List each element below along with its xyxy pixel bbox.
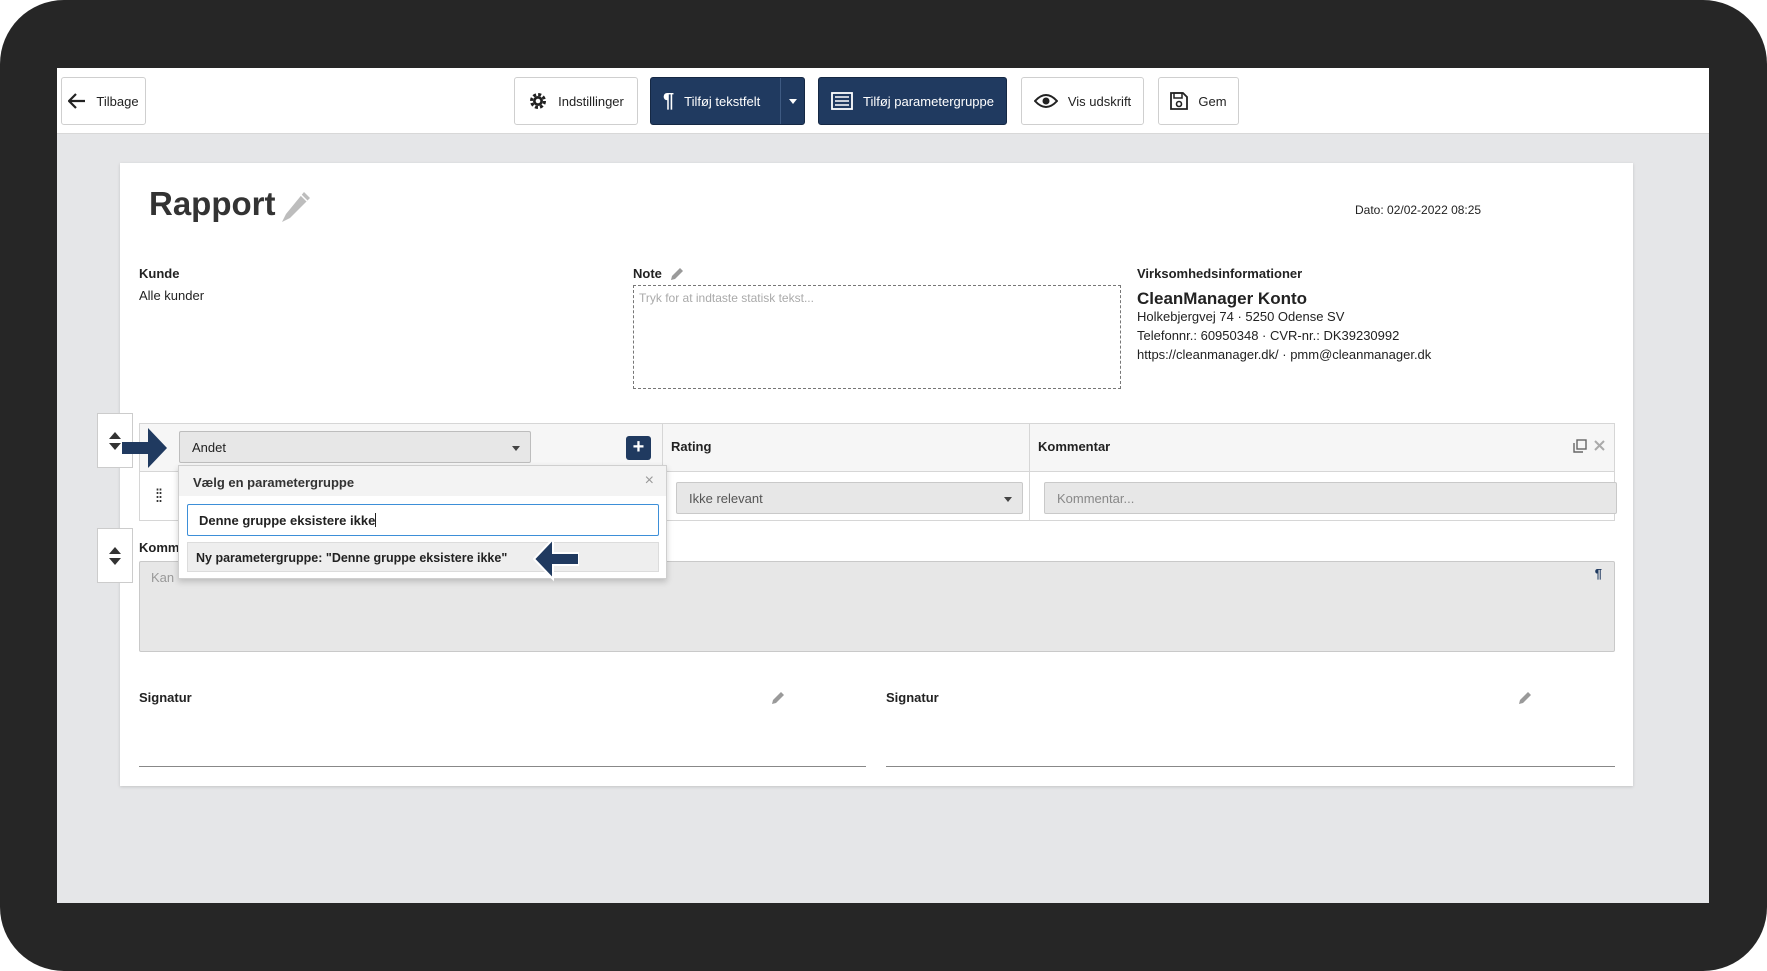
edit-title-pencil-icon[interactable]	[279, 189, 313, 225]
add-parameter-button[interactable]: +	[626, 436, 651, 460]
save-label: Gem	[1198, 93, 1227, 109]
company-info-label: Virksomhedsinformationer	[1137, 266, 1303, 281]
add-textfield-label: Tilføj tekstfelt	[684, 93, 761, 109]
copy-icon[interactable]	[1573, 439, 1587, 453]
top-toolbar: Tilbage Indstillinger ¶ Tilføj tekstfelt…	[57, 68, 1709, 134]
edit-signature-pencil-icon[interactable]	[771, 691, 785, 705]
note-label: Note	[633, 266, 662, 281]
back-button[interactable]: Tilbage	[61, 77, 146, 125]
close-icon[interactable]	[1594, 440, 1605, 451]
company-phone: Telefonnr.: 60950348 · CVR-nr.: DK392309…	[1137, 328, 1400, 343]
app-screen: Tilbage Indstillinger ¶ Tilføj tekstfelt…	[57, 68, 1709, 903]
caret-down-icon	[788, 98, 797, 104]
settings-label: Indstillinger	[558, 93, 624, 109]
text-cursor	[375, 513, 377, 527]
signature-left-label: Signatur	[139, 690, 192, 705]
add-paramgroup-label: Tilføj parametergruppe	[862, 93, 994, 109]
dropdown-header: Vælg en parametergruppe ×	[179, 466, 666, 496]
dropdown-search-value: Denne gruppe eksistere ikke	[199, 513, 376, 528]
arrow-left-icon	[68, 93, 86, 109]
paragraph-icon[interactable]: ¶	[1595, 566, 1602, 581]
save-button[interactable]: Gem	[1158, 77, 1239, 125]
customer-value[interactable]: Alle kunder	[139, 288, 204, 303]
group-select-value: Andet	[192, 440, 226, 455]
column-header-comment: Kommentar	[1038, 439, 1111, 454]
company-address: Holkebjergvej 74 · 5250 Odense SV	[1137, 309, 1345, 324]
sort-icon	[109, 546, 121, 565]
close-icon[interactable]: ×	[645, 472, 654, 490]
company-web: https://cleanmanager.dk/ · pmm@cleanmana…	[1137, 347, 1432, 362]
dropdown-title: Vælg en parametergruppe	[193, 475, 355, 490]
note-field[interactable]: Tryk for at indtaste statisk tekst...	[633, 285, 1121, 389]
report-title: Rapport	[149, 185, 276, 222]
comment-placeholder: Kommentar...	[1057, 491, 1135, 506]
parameter-group-select[interactable]: Andet	[179, 431, 531, 463]
list-icon	[831, 92, 853, 110]
dropdown-search-input[interactable]: Denne gruppe eksistere ikke	[187, 504, 659, 536]
preview-label: Vis udskrift	[1067, 93, 1132, 109]
gear-icon	[530, 93, 547, 109]
signature-right-label: Signatur	[886, 690, 939, 705]
floppy-disk-icon	[1170, 92, 1189, 110]
note-placeholder: Tryk for at indtaste statisk tekst...	[639, 291, 814, 305]
comment-section-label: Komm	[139, 540, 180, 555]
add-textfield-dropdown-toggle[interactable]	[780, 78, 804, 124]
edit-signature-pencil-icon[interactable]	[1518, 691, 1532, 705]
add-paramgroup-button[interactable]: Tilføj parametergruppe	[818, 77, 1007, 125]
column-header-rating: Rating	[671, 439, 712, 454]
rating-value: Ikke relevant	[689, 491, 763, 506]
annotation-arrow-left-icon	[533, 536, 579, 582]
signature-left-line	[139, 766, 866, 767]
customer-label: Kunde	[139, 266, 180, 281]
back-label: Tilbage	[96, 93, 139, 109]
signature-right-line	[886, 766, 1615, 767]
caret-down-icon	[512, 446, 520, 451]
move-section-button[interactable]	[97, 528, 133, 583]
plus-icon: +	[632, 436, 645, 458]
column-divider	[1029, 424, 1030, 520]
rating-select[interactable]: Ikke relevant	[676, 482, 1023, 514]
caret-down-icon	[1004, 497, 1012, 502]
paragraph-icon: ¶	[663, 89, 675, 112]
parameter-group-dropdown: Vælg en parametergruppe × Denne gruppe e…	[178, 465, 667, 579]
settings-button[interactable]: Indstillinger	[514, 77, 638, 125]
company-name: CleanManager Konto	[1137, 289, 1308, 308]
comment-input[interactable]: Kommentar...	[1044, 482, 1617, 514]
preview-button[interactable]: Vis udskrift	[1021, 77, 1144, 125]
drag-handle-icon[interactable]: ⁞⁞	[155, 486, 163, 507]
annotation-arrow-right-icon	[122, 428, 167, 468]
comment-textarea-placeholder: Kan	[151, 570, 175, 585]
sort-icon	[109, 431, 121, 450]
eye-icon	[1033, 94, 1058, 108]
report-date: Dato: 02/02-2022 08:25	[1355, 203, 1482, 217]
edit-note-pencil-icon[interactable]	[670, 267, 684, 281]
new-group-option-label: Ny parametergruppe: "Denne gruppe eksist…	[196, 551, 508, 565]
new-parameter-group-option[interactable]: Ny parametergruppe: "Denne gruppe eksist…	[187, 542, 659, 572]
add-textfield-button[interactable]: ¶ Tilføj tekstfelt	[650, 77, 805, 125]
